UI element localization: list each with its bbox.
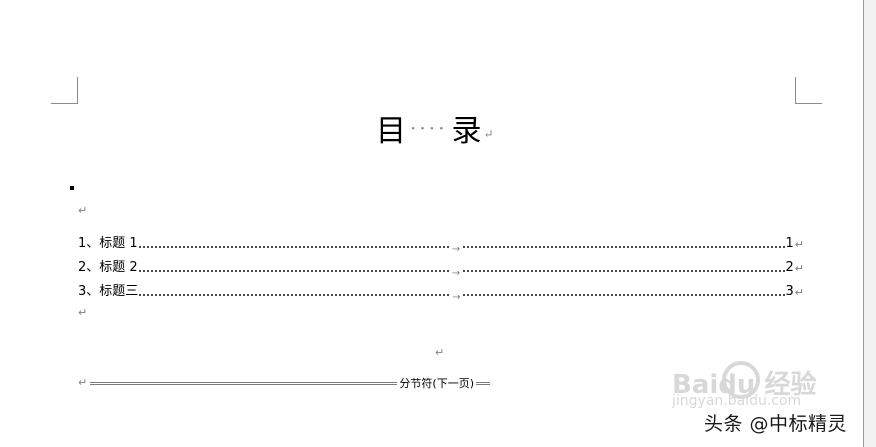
- source-label: 头条 @中标精灵: [704, 413, 848, 435]
- toc-leader-dots: →: [139, 292, 785, 303]
- tab-arrow-icon: →: [451, 292, 462, 303]
- paragraph-mark: ↵: [78, 204, 88, 217]
- page-right-edge: [863, 0, 864, 447]
- toc-page-number: 2: [785, 260, 794, 275]
- page-margin-area: [864, 0, 876, 447]
- paragraph-mark: ↵: [78, 306, 88, 319]
- paragraph-mark: ↵: [794, 262, 804, 275]
- toc-entry[interactable]: 3、标题三 → 3 ↵: [78, 283, 804, 303]
- toc-entry[interactable]: 2、标题 2 → 2 ↵: [78, 259, 804, 279]
- document-title[interactable]: 目 ···· 录 ↵: [376, 108, 494, 149]
- toc-leader-dots: →: [138, 268, 785, 279]
- toc-leader-dots: →: [138, 244, 785, 255]
- tab-arrow-icon: →: [450, 244, 462, 255]
- toc-entry-label: 3、标题三: [78, 284, 139, 299]
- title-space-marks: ····: [410, 116, 448, 140]
- crop-mark-top-right: [795, 77, 822, 104]
- toc-entry[interactable]: 1、标题 1 → 1 ↵: [78, 235, 804, 255]
- crop-mark-top-left: [51, 77, 78, 104]
- section-break-line: [90, 381, 398, 385]
- toc-entry-label: 1、标题 1: [78, 236, 138, 251]
- paragraph-mark: ↵: [483, 127, 494, 141]
- toc-entry-label: 2、标题 2: [78, 260, 138, 275]
- paragraph-mark: ↵: [794, 238, 804, 251]
- tab-arrow-icon: →: [450, 268, 462, 279]
- watermark: Baidu 经验 jingyan.baidu.com: [672, 361, 822, 411]
- title-char-left: 目: [376, 114, 406, 149]
- paragraph-bullet-marker: [70, 186, 74, 190]
- section-break[interactable]: 分节符(下一页): [90, 375, 490, 391]
- section-break-label: 分节符(下一页): [399, 377, 474, 390]
- toc-page-number: 3: [785, 284, 794, 299]
- title-char-right: 录: [451, 114, 482, 149]
- paragraph-mark: ↵: [794, 286, 804, 299]
- paragraph-mark: ↵: [435, 346, 445, 359]
- toc-page-number: 1: [785, 236, 794, 251]
- paragraph-mark: ↵: [78, 376, 88, 389]
- section-break-line: [476, 381, 490, 385]
- watermark-site: jingyan.baidu.com: [672, 393, 802, 409]
